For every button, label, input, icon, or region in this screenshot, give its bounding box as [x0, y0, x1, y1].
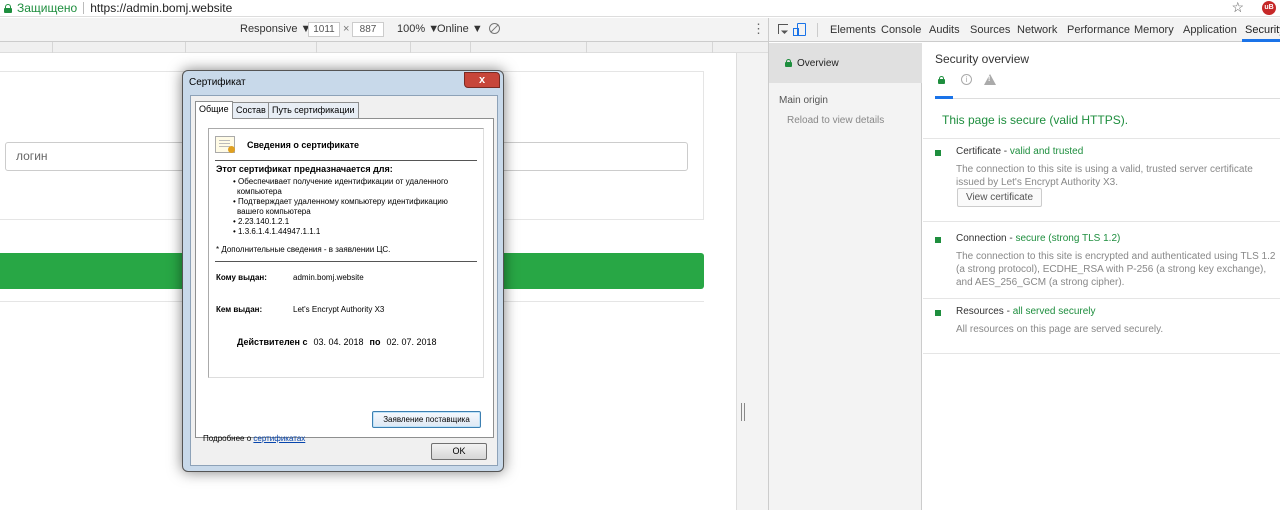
validity-period: Действителен с 03. 04. 2018 по 02. 07. 2018: [237, 337, 437, 347]
security-overview: Security overview i This page is secure …: [923, 43, 1280, 510]
certificate-info-title: Сведения о сертификате: [247, 140, 360, 150]
issued-by-label: Кем выдан:: [216, 305, 263, 314]
sidebar-item-label: Overview: [797, 58, 839, 69]
list-item: • Обеспечивает получение идентификации о…: [233, 177, 449, 186]
url-text[interactable]: https://admin.bomj.website: [90, 1, 232, 15]
main-origin-heading: Main origin: [779, 95, 828, 106]
tab-separator: [817, 23, 818, 37]
ok-button[interactable]: OK: [431, 443, 487, 460]
status-bullet-icon: [935, 237, 941, 243]
certificate-dialog: Сертификат x Общие Состав Путь сертифика…: [182, 70, 504, 472]
general-tab-panel: Сведения о сертификате Этот сертификат п…: [195, 118, 494, 443]
extra-note: * Дополнительные сведения - в заявлении …: [216, 245, 391, 254]
issued-to-value: admin.bomj.website: [293, 273, 364, 282]
rotate-disabled-icon[interactable]: [489, 23, 500, 34]
device-menu-icon[interactable]: ⋮: [752, 21, 765, 37]
lock-icon[interactable]: [4, 3, 12, 13]
security-sidebar: Overview Main origin Reload to view deta…: [769, 43, 922, 510]
tab-application[interactable]: Application: [1183, 24, 1237, 36]
security-overview-title: Security overview: [935, 52, 1030, 66]
resources-description: All resources on this page are served se…: [956, 324, 1164, 335]
tab-sources[interactable]: Sources: [970, 24, 1010, 36]
section-divider: [923, 221, 1280, 222]
bookmark-star-icon[interactable]: ☆: [1231, 0, 1244, 16]
resources-heading: Resources - all served securely: [956, 306, 1096, 317]
issued-to-label: Кому выдан:: [216, 273, 267, 282]
responsive-dropdown[interactable]: Responsive ▼: [240, 23, 311, 35]
connection-heading: Connection - secure (strong TLS 1.2): [956, 233, 1121, 244]
viewport-width-input[interactable]: 1011: [308, 22, 340, 37]
issued-by-value: Let's Encrypt Authority X3: [293, 305, 385, 314]
list-item: • 2.23.140.1.2.1: [233, 217, 290, 226]
device-toolbar: Responsive ▼ 1011 × 887 100% ▼ Online ▼ …: [0, 18, 768, 42]
zoom-dropdown[interactable]: 100% ▼: [397, 23, 439, 35]
dialog-body: Общие Состав Путь сертификации Сведения …: [190, 95, 498, 466]
devtools-panel: Elements Console Audits Sources Network …: [768, 18, 1280, 510]
tab-performance[interactable]: Performance: [1067, 24, 1130, 36]
connection-description: The connection to this site is encrypted…: [956, 251, 1276, 288]
device-toggle-icon[interactable]: [793, 23, 806, 36]
resize-handle-icon[interactable]: [741, 403, 745, 421]
viewport-resize-gutter[interactable]: [736, 53, 768, 510]
list-item: вашего компьютера: [237, 207, 311, 216]
dimension-times: ×: [343, 23, 350, 35]
security-state-icons: i: [935, 74, 1280, 99]
media-query-ruler[interactable]: [0, 42, 768, 53]
certificate-description: The connection to this site is using a v…: [956, 164, 1253, 188]
lock-icon: [785, 59, 792, 67]
tab-elements[interactable]: Elements: [830, 24, 876, 36]
divider: [215, 160, 477, 161]
secure-label[interactable]: Защищено: [17, 1, 77, 15]
tab-general[interactable]: Общие: [195, 101, 233, 119]
purpose-title: Этот сертификат предназначается для:: [216, 164, 393, 174]
certificate-info-box: Сведения о сертификате Этот сертификат п…: [208, 128, 484, 378]
active-tab-indicator: [1242, 39, 1280, 42]
info-icon: i: [961, 74, 972, 85]
tab-memory[interactable]: Memory: [1134, 24, 1174, 36]
certificates-link[interactable]: сертификатах: [253, 434, 305, 443]
warning-icon: [984, 74, 996, 85]
section-divider: [923, 138, 1280, 139]
viewport-height-input[interactable]: 887: [352, 22, 384, 37]
tab-certification-path[interactable]: Путь сертификации: [268, 102, 359, 118]
extension-shield-icon[interactable]: uB: [1262, 1, 1276, 15]
devtools-tabbar: Elements Console Audits Sources Network …: [769, 18, 1280, 42]
tab-console[interactable]: Console: [881, 24, 921, 36]
inspect-element-icon[interactable]: [778, 24, 788, 34]
list-item: • 1.3.6.1.4.1.44947.1.1.1: [233, 227, 321, 236]
address-bar[interactable]: Защищено https://admin.bomj.website ☆ uB: [0, 0, 1280, 17]
list-item: • Подтверждает удаленному компьютеру иде…: [233, 197, 448, 206]
tab-security[interactable]: Security: [1245, 24, 1280, 36]
sidebar-item-overview[interactable]: Overview: [769, 43, 922, 83]
section-divider: [923, 298, 1280, 299]
more-info: Подробнее о сертификатах: [203, 434, 306, 443]
tab-audits[interactable]: Audits: [929, 24, 960, 36]
divider: [215, 261, 477, 262]
issuer-statement-button[interactable]: Заявление поставщика: [372, 411, 481, 428]
network-throttle-dropdown[interactable]: Online ▼: [437, 23, 483, 35]
section-divider: [923, 353, 1280, 354]
dialog-title: Сертификат: [189, 77, 246, 88]
address-separator: [83, 2, 85, 14]
security-summary: This page is secure (valid HTTPS).: [942, 113, 1129, 127]
close-button[interactable]: x: [464, 72, 500, 88]
tab-network[interactable]: Network: [1017, 24, 1057, 36]
secure-lock-icon: [938, 76, 945, 84]
status-bullet-icon: [935, 310, 941, 316]
state-indicator: [935, 96, 953, 99]
certificate-heading: Certificate - valid and trusted: [956, 146, 1084, 157]
reload-hint: Reload to view details: [787, 115, 885, 126]
list-item: компьютера: [237, 187, 282, 196]
view-certificate-button[interactable]: View certificate: [957, 188, 1042, 207]
status-bullet-icon: [935, 150, 941, 156]
purpose-list: • Обеспечивает получение идентификации о…: [216, 177, 478, 237]
certificate-icon: [215, 136, 235, 153]
tab-details[interactable]: Состав: [232, 102, 270, 118]
